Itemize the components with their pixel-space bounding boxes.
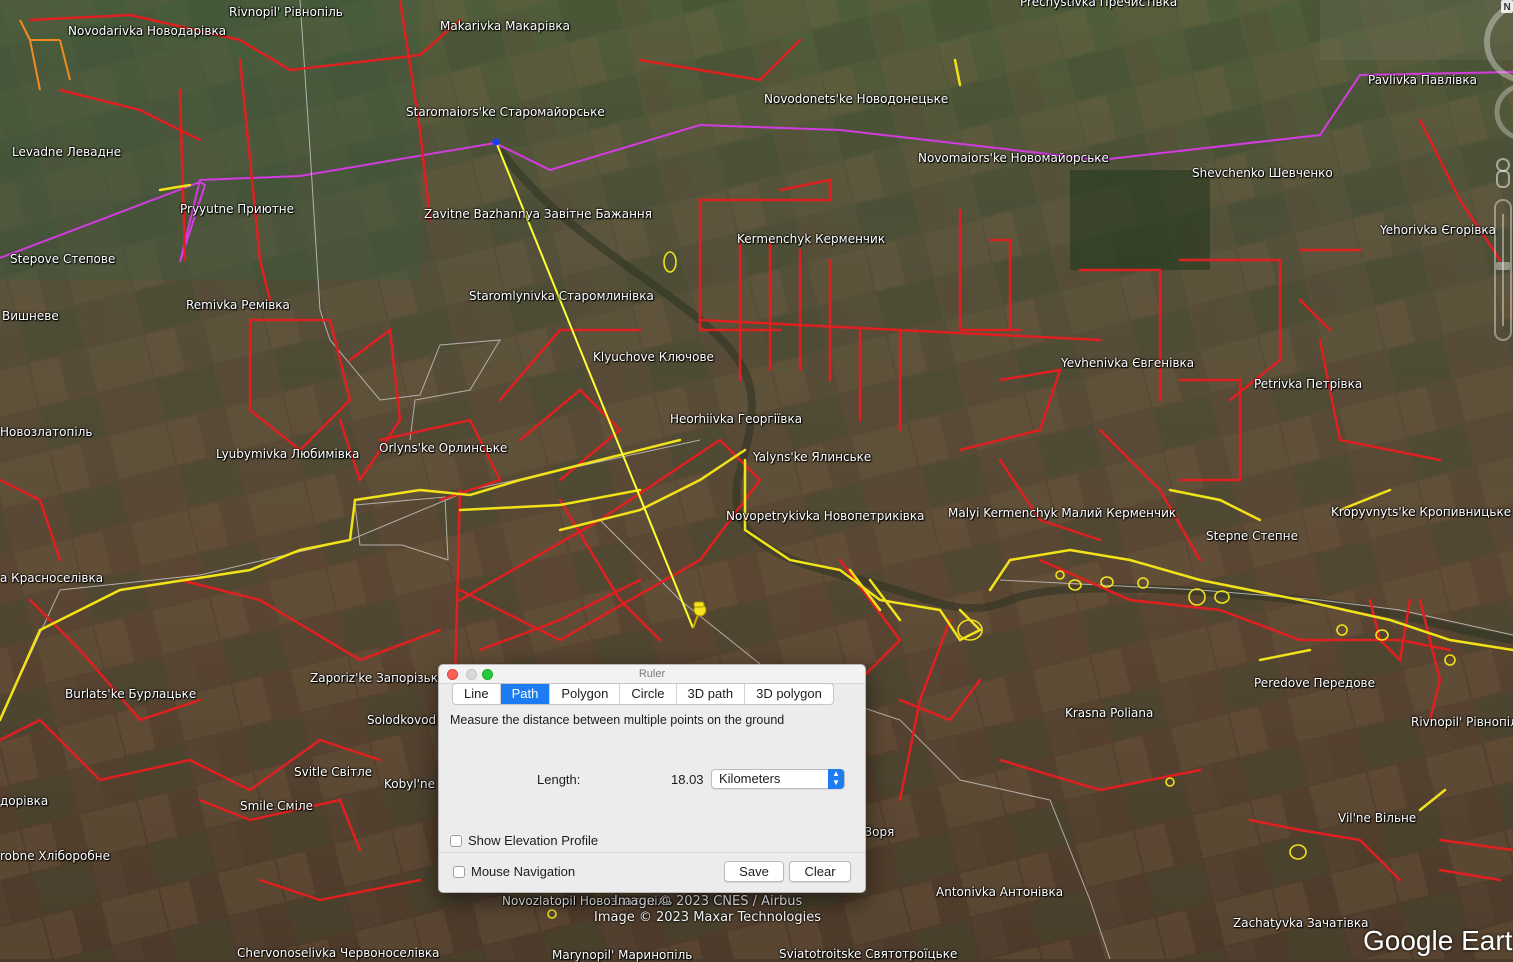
checkbox-box[interactable]: [453, 865, 465, 878]
tab-3d-polygon[interactable]: 3D polygon: [745, 684, 833, 704]
place-label[interactable]: Yalyns'ke Ялинське: [753, 450, 871, 464]
chevron-updown-icon: ▲ ▼: [828, 769, 844, 789]
imagery-credit-cnes: Image © 2023 CNES / Airbus: [614, 894, 803, 909]
place-label[interactable]: Stepne Степне: [1206, 529, 1298, 543]
ruler-start-point[interactable]: [492, 138, 500, 146]
place-label[interactable]: Orlyns'ke Орлинське: [379, 441, 507, 455]
place-label[interactable]: Makarivka Макарівка: [440, 19, 570, 33]
place-label[interactable]: Krasna Poliana: [1065, 706, 1153, 720]
place-label[interactable]: Vil'ne Вільне: [1338, 811, 1416, 825]
place-label[interactable]: Zachatyvka Зачатівка: [1233, 916, 1368, 930]
place-label[interactable]: Remivka Ремівка: [186, 298, 290, 312]
look-joystick-icon[interactable]: [1494, 85, 1513, 139]
ruler-description: Measure the distance between multiple po…: [450, 713, 785, 727]
tab-polygon[interactable]: Polygon: [550, 684, 621, 704]
show-elevation-profile-label: Show Elevation Profile: [468, 833, 599, 848]
compass-icon[interactable]: N: [1484, 0, 1513, 82]
zoom-slider-icon[interactable]: [1494, 199, 1512, 341]
place-label[interactable]: Pavlivka Павлівка: [1368, 73, 1477, 87]
place-label[interactable]: Klyuchove Ключове: [593, 350, 714, 364]
imagery-credit-maxar: Image © 2023 Maxar Technologies: [594, 910, 822, 925]
place-label[interactable]: Pryyutne Приютне: [180, 202, 294, 216]
place-label[interactable]: Stepove Степове: [10, 252, 115, 266]
navigation-controls[interactable]: N: [1483, 0, 1513, 350]
place-label[interactable]: Marynopil' Маринопіль: [552, 948, 692, 962]
checkbox-box[interactable]: [450, 834, 462, 847]
tab-3d-path[interactable]: 3D path: [677, 684, 746, 704]
place-label[interactable]: Lyubymivka Любимівка: [216, 447, 359, 461]
ruler-dialog: Ruler Line Path Polygon Circle 3D path 3…: [438, 664, 866, 893]
place-label[interactable]: Solodkovod: [367, 713, 436, 727]
place-label[interactable]: Staromaiors'ke Старомайорське: [406, 105, 605, 119]
place-label[interactable]: Kobyl'ne: [384, 777, 435, 791]
place-label[interactable]: Chervonoselivka Червоноселівка: [237, 946, 440, 960]
divider: [439, 852, 865, 853]
place-label[interactable]: Staromlynivka Старомлинівка: [469, 289, 654, 303]
place-label[interactable]: дорівка: [0, 794, 48, 808]
tab-line[interactable]: Line: [453, 684, 501, 704]
length-label: Length:: [537, 772, 581, 787]
place-label[interactable]: robne Хліборобне: [0, 849, 110, 863]
svg-text:N: N: [1504, 2, 1511, 13]
place-label[interactable]: Shevchenko Шевченко: [1192, 166, 1333, 180]
show-elevation-profile-checkbox[interactable]: Show Elevation Profile: [450, 833, 598, 848]
place-label[interactable]: Burlats'ke Бурлацьке: [65, 687, 196, 701]
place-label[interactable]: Новозлатопіль: [0, 425, 92, 439]
ruler-window-title: Ruler: [638, 668, 666, 680]
tab-circle[interactable]: Circle: [620, 684, 677, 704]
place-label[interactable]: Rivnopil' Рівнопіль: [1411, 715, 1513, 729]
place-label[interactable]: Heorhiivka Георгіївка: [670, 412, 802, 426]
units-select[interactable]: Kilometers ▲ ▼: [711, 769, 845, 789]
place-label[interactable]: Zaporiz'ke Запорізьке: [310, 671, 445, 685]
ruler-titlebar[interactable]: Ruler: [439, 665, 865, 684]
place-label[interactable]: Peredove Передове: [1254, 676, 1375, 690]
google-earth-logo: Google Earth: [1363, 925, 1513, 956]
place-label[interactable]: Novomaiors'ke Новомайорське: [918, 151, 1109, 165]
place-label[interactable]: Antonivka Антонівка: [936, 885, 1063, 899]
zoom-window-icon[interactable]: [482, 669, 493, 680]
place-label[interactable]: а Красноселівка: [0, 571, 103, 585]
place-label[interactable]: Kermenchyk Керменчик: [737, 232, 885, 246]
place-label[interactable]: Novopetrykivka Новопетриківка: [726, 509, 924, 523]
place-label[interactable]: Levadne Левадне: [12, 145, 121, 159]
place-label[interactable]: Zavitne Bazhannya Завітне Бажання: [424, 207, 652, 221]
ruler-tab-bar: Line Path Polygon Circle 3D path 3D poly…: [452, 683, 834, 705]
tab-path[interactable]: Path: [500, 684, 551, 704]
save-button[interactable]: Save: [724, 861, 784, 882]
place-label[interactable]: Rivnopil' Рівнопіль: [229, 5, 343, 19]
place-label[interactable]: Вишневе: [2, 309, 59, 323]
place-label[interactable]: Yehorivka Єгорівка: [1380, 223, 1496, 237]
place-label[interactable]: Malyi Kermenchyk Малий Керменчик: [948, 506, 1176, 520]
mouse-navigation-label: Mouse Navigation: [471, 864, 576, 879]
place-label[interactable]: Smile Сміле: [240, 799, 313, 813]
place-label[interactable]: Prechystivka Пречистівка: [1020, 0, 1177, 9]
place-label[interactable]: Petrivka Петрівка: [1254, 377, 1362, 391]
place-label[interactable]: Novodonets'ke Новодонецьке: [764, 92, 948, 106]
close-window-icon[interactable]: [447, 669, 458, 680]
mouse-navigation-checkbox[interactable]: Mouse Navigation: [453, 864, 575, 879]
clear-button[interactable]: Clear: [789, 861, 851, 882]
place-label[interactable]: Kropyvnyts'ke Кропивницьке: [1331, 505, 1511, 519]
minimize-window-icon[interactable]: [466, 669, 477, 680]
units-selected-value: Kilometers: [719, 771, 781, 786]
place-label[interactable]: Svitle Світле: [294, 765, 372, 779]
place-label[interactable]: Novodarivka Новодарівка: [68, 24, 226, 38]
place-label[interactable]: Yevhenivka Євгенівка: [1061, 356, 1194, 370]
pegman-icon[interactable]: [1496, 158, 1510, 188]
length-value: 18.03: [671, 772, 704, 787]
